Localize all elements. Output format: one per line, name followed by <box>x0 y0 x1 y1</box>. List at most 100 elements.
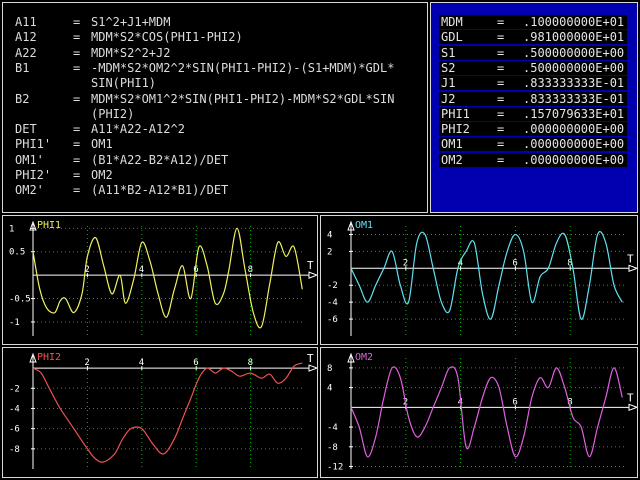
parameter-value: .000000000E+00 <box>523 122 625 137</box>
parameter-name: PHI1 <box>441 106 470 121</box>
equals-sign: = <box>73 168 81 182</box>
parameter-value: .981000000E+01 <box>523 30 625 45</box>
equation-lhs: PHI1' <box>15 137 52 152</box>
equation-rhs: -MDM*S2*OM2^2*SIN(PHI1-PHI2)-(S1+MDM)*GD… <box>91 60 395 75</box>
y-tick-label: -12 <box>327 463 343 473</box>
y-tick-label: -8 <box>9 445 20 455</box>
equation-lhs: A12 <box>15 30 37 45</box>
parameter-name: OM2 <box>441 152 463 167</box>
y-tick-label: 2 <box>327 247 332 257</box>
equals-sign: = <box>73 137 81 152</box>
equation-rhs: A11*A22-A12^2 <box>91 122 185 137</box>
x-axis-label: T <box>307 352 314 365</box>
equation-lhs: A22 <box>15 45 37 60</box>
equals-sign: = <box>497 15 505 29</box>
equals-sign: = <box>497 122 505 137</box>
y-tick-label: -4 <box>9 404 20 414</box>
parameter-name: S2 <box>441 60 456 75</box>
equation-row: A12 = MDM*S2*COS(PHI1-PHI2) <box>3 30 423 44</box>
equation-row: (PHI2) <box>3 107 423 121</box>
y-tick-label: 8 <box>327 364 332 374</box>
equation-rhs: SIN(PHI1) <box>91 76 157 91</box>
parameter-row: OM1 = .000000000E+00 <box>439 137 627 152</box>
parameter-value: .833333333E-01 <box>523 91 625 106</box>
x-axis-arrow <box>628 264 637 273</box>
series-line <box>350 231 623 320</box>
equals-sign: = <box>73 183 81 198</box>
parameter-row: S1 = .500000000E+00 <box>439 45 627 60</box>
equation-rhs: S1^2+J1+MDM <box>91 15 171 29</box>
y-tick-label: -2 <box>9 384 20 394</box>
equals-sign: = <box>73 30 81 45</box>
plot-title: PHI1 <box>37 220 61 231</box>
equations-panel: A11 = S1^2+J1+MDM A12 = MDM*S2*COS(PHI1-PHI2)… <box>2 2 428 213</box>
equals-sign: = <box>73 122 81 137</box>
parameter-value: .500000000E+00 <box>523 45 625 60</box>
y-tick-label: -6 <box>327 315 338 325</box>
series-line <box>350 366 623 458</box>
y-tick-label: 4 <box>327 230 332 240</box>
equals-sign: = <box>73 152 81 167</box>
equation-lhs: OM1' <box>15 152 44 167</box>
equals-sign: = <box>497 76 505 91</box>
parameter-name: MDM <box>441 15 463 29</box>
equation-row: B2 = MDM*S2*OM1^2*SIN(PHI1-PHI2)-MDM*S2*GD… <box>3 92 423 106</box>
x-axis-arrow <box>308 271 317 279</box>
parameter-row: S2 = .500000000E+00 <box>439 60 627 75</box>
equation-row: DET = A11*A22-A12^2 <box>3 122 423 136</box>
equation-lhs: B2 <box>15 91 30 106</box>
equation-lhs: PHI2' <box>15 168 52 182</box>
x-axis-label: T <box>307 259 314 272</box>
equals-sign: = <box>497 152 505 167</box>
equation-row: OM2' = (A11*B2-A12*B1)/DET <box>3 183 423 197</box>
phi2-plot: PHI2 T 2 4 6 8 -2 -4 -6 -8 <box>2 347 318 478</box>
equation-rhs: MDM*S2^2+J2 <box>91 45 171 60</box>
equation-row: PHI2' = OM2 <box>3 168 423 182</box>
x-axis-arrow <box>628 403 637 412</box>
equation-rhs: OM2 <box>91 168 113 182</box>
equals-sign: = <box>497 30 505 45</box>
om2-plot: OM2 T 2 4 6 8 8 4 -4 -8 -12 <box>320 347 638 478</box>
equals-sign: = <box>497 60 505 75</box>
plot-svg: OM2T2 4 6 884-4-8-12 <box>327 352 637 473</box>
x-axis-label: T <box>627 391 634 404</box>
equation-row: SIN(PHI1) <box>3 76 423 90</box>
plot-title: OM1 <box>355 220 373 231</box>
plot-svg: PHI1T2 4 6 810.5-0.5-1 <box>9 220 317 336</box>
parameter-name: PHI2 <box>441 122 470 137</box>
parameter-row: J2 = .833333333E-01 <box>439 91 627 106</box>
y-tick-label: -6 <box>9 425 20 435</box>
plot-title: OM2 <box>355 352 373 363</box>
parameter-row: GDL = .981000000E+01 <box>439 30 627 45</box>
equals-sign: = <box>497 91 505 106</box>
parameter-name: OM1 <box>441 137 463 152</box>
parameter-row: MDM = .100000000E+01 <box>439 15 627 29</box>
equation-row: A22 = MDM*S2^2+J2 <box>3 46 423 60</box>
y-tick-label: -4 <box>327 298 338 308</box>
equation-lhs: B1 <box>15 60 30 75</box>
plot-svg: OM1T2 4 6 842-2-4-6 <box>327 220 637 336</box>
y-tick-label: -8 <box>327 443 338 453</box>
y-tick-label: -1 <box>9 318 20 328</box>
phi1-plot: PHI1 T 2 4 6 8 1 0.5 -0.5 -1 <box>2 215 318 345</box>
equals-sign: = <box>73 45 81 60</box>
equation-rhs: (B1*A22-B2*A12)/DET <box>91 152 229 167</box>
parameter-value: .100000000E+01 <box>523 15 625 29</box>
equals-sign: = <box>497 106 505 121</box>
equation-lhs: OM2' <box>15 183 44 198</box>
parameter-row: J1 = .833333333E-01 <box>439 76 627 91</box>
equation-lhs: A11 <box>15 15 37 29</box>
om1-plot: OM1 T 2 4 6 8 4 2 -2 -4 -6 <box>320 215 638 345</box>
equals-sign: = <box>497 137 505 152</box>
series-line <box>32 362 303 463</box>
y-tick-label: 0.5 <box>9 248 25 258</box>
parameter-row: PHI2 = .000000000E+00 <box>439 122 627 137</box>
y-tick-label: -2 <box>327 281 338 291</box>
series-line <box>32 227 303 329</box>
equals-sign: = <box>73 91 81 106</box>
y-tick-label: 1 <box>9 224 14 234</box>
parameter-value: .157079633E+01 <box>523 106 625 121</box>
equals-sign: = <box>73 15 81 29</box>
parameter-value: .833333333E-01 <box>523 76 625 91</box>
equation-rhs: MDM*S2*COS(PHI1-PHI2) <box>91 30 243 45</box>
